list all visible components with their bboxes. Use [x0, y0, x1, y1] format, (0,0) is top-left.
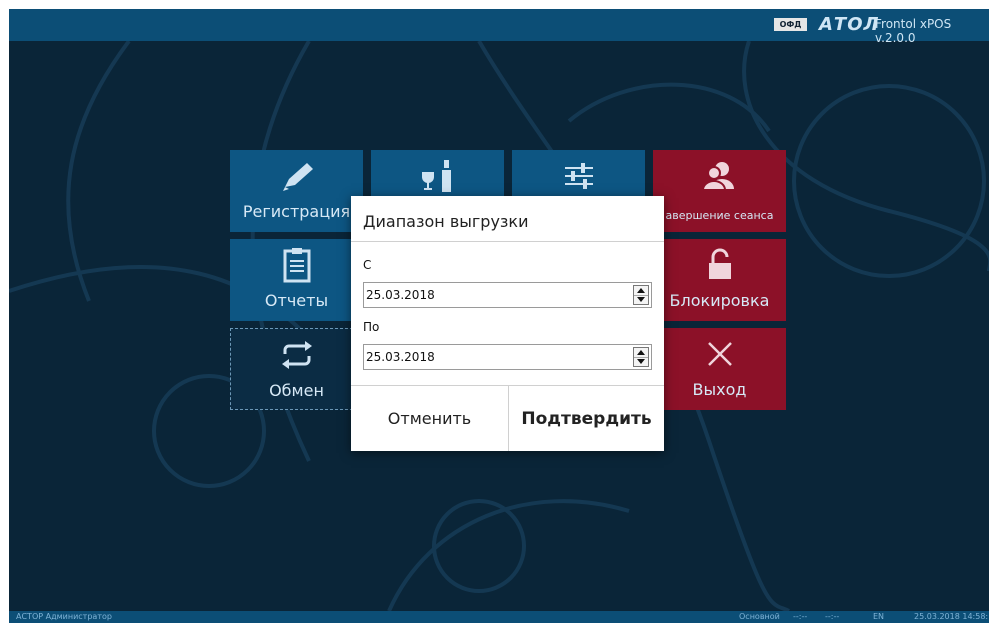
- to-date-value: 25.03.2018: [366, 350, 435, 364]
- clipboard-icon: [230, 247, 363, 283]
- aton-logo: АТОЛ: [819, 14, 880, 35]
- close-icon: [653, 336, 786, 372]
- spin-down-icon[interactable]: [634, 295, 648, 304]
- from-date-field[interactable]: 25.03.2018: [363, 282, 652, 308]
- status-user: АСТОР Администратор: [16, 612, 112, 621]
- tile-exchange[interactable]: Обмен: [230, 328, 363, 410]
- status-datetime: 25.03.2018 14:58:: [914, 612, 989, 621]
- tile-lock[interactable]: Блокировка: [653, 239, 786, 321]
- export-range-dialog: Диапазон выгрузки С 25.03.2018 По 25.03.…: [351, 196, 664, 451]
- status-language: EN: [873, 612, 885, 621]
- tile-label: Выход: [692, 380, 747, 399]
- tile-label: Регистрация: [242, 202, 351, 221]
- status-indicator-1: --:--: [793, 612, 808, 621]
- exchange-arrows-icon: [231, 337, 362, 373]
- divider: [351, 241, 664, 242]
- tile-label: Отчеты: [264, 291, 329, 310]
- from-date-spinner[interactable]: [633, 285, 649, 305]
- users-icon: [653, 158, 786, 194]
- cancel-button[interactable]: Отменить: [351, 386, 508, 451]
- sliders-icon: [512, 158, 645, 194]
- top-bar: ОФД АТОЛ Frontol xPOS v.2.0.0: [9, 9, 989, 45]
- wine-bottle-icon: [371, 158, 504, 194]
- status-bar: АСТОР Администратор Основной --:-- --:--…: [9, 611, 989, 623]
- to-date-spinner[interactable]: [633, 347, 649, 367]
- status-indicator-2: --:--: [825, 612, 840, 621]
- unlock-icon: [653, 247, 786, 283]
- tile-registration[interactable]: Регистрация: [230, 150, 363, 232]
- from-date-value: 25.03.2018: [366, 288, 435, 302]
- tile-label: авершение сеанса: [665, 209, 774, 222]
- from-label: С: [363, 258, 372, 272]
- pencil-icon: [230, 158, 363, 194]
- status-mode: Основной: [739, 612, 780, 621]
- tile-exit[interactable]: Выход: [653, 328, 786, 410]
- to-date-field[interactable]: 25.03.2018: [363, 344, 652, 370]
- ofd-badge: ОФД: [774, 18, 807, 31]
- tile-end-session[interactable]: авершение сеанса: [653, 150, 786, 232]
- confirm-button[interactable]: Подтвердить: [509, 386, 664, 451]
- to-label: По: [363, 320, 380, 334]
- tile-reports[interactable]: Отчеты: [230, 239, 363, 321]
- tile-label: Блокировка: [669, 291, 770, 310]
- tile-label: Обмен: [269, 381, 324, 400]
- dialog-title: Диапазон выгрузки: [363, 212, 529, 231]
- spin-down-icon[interactable]: [634, 357, 648, 366]
